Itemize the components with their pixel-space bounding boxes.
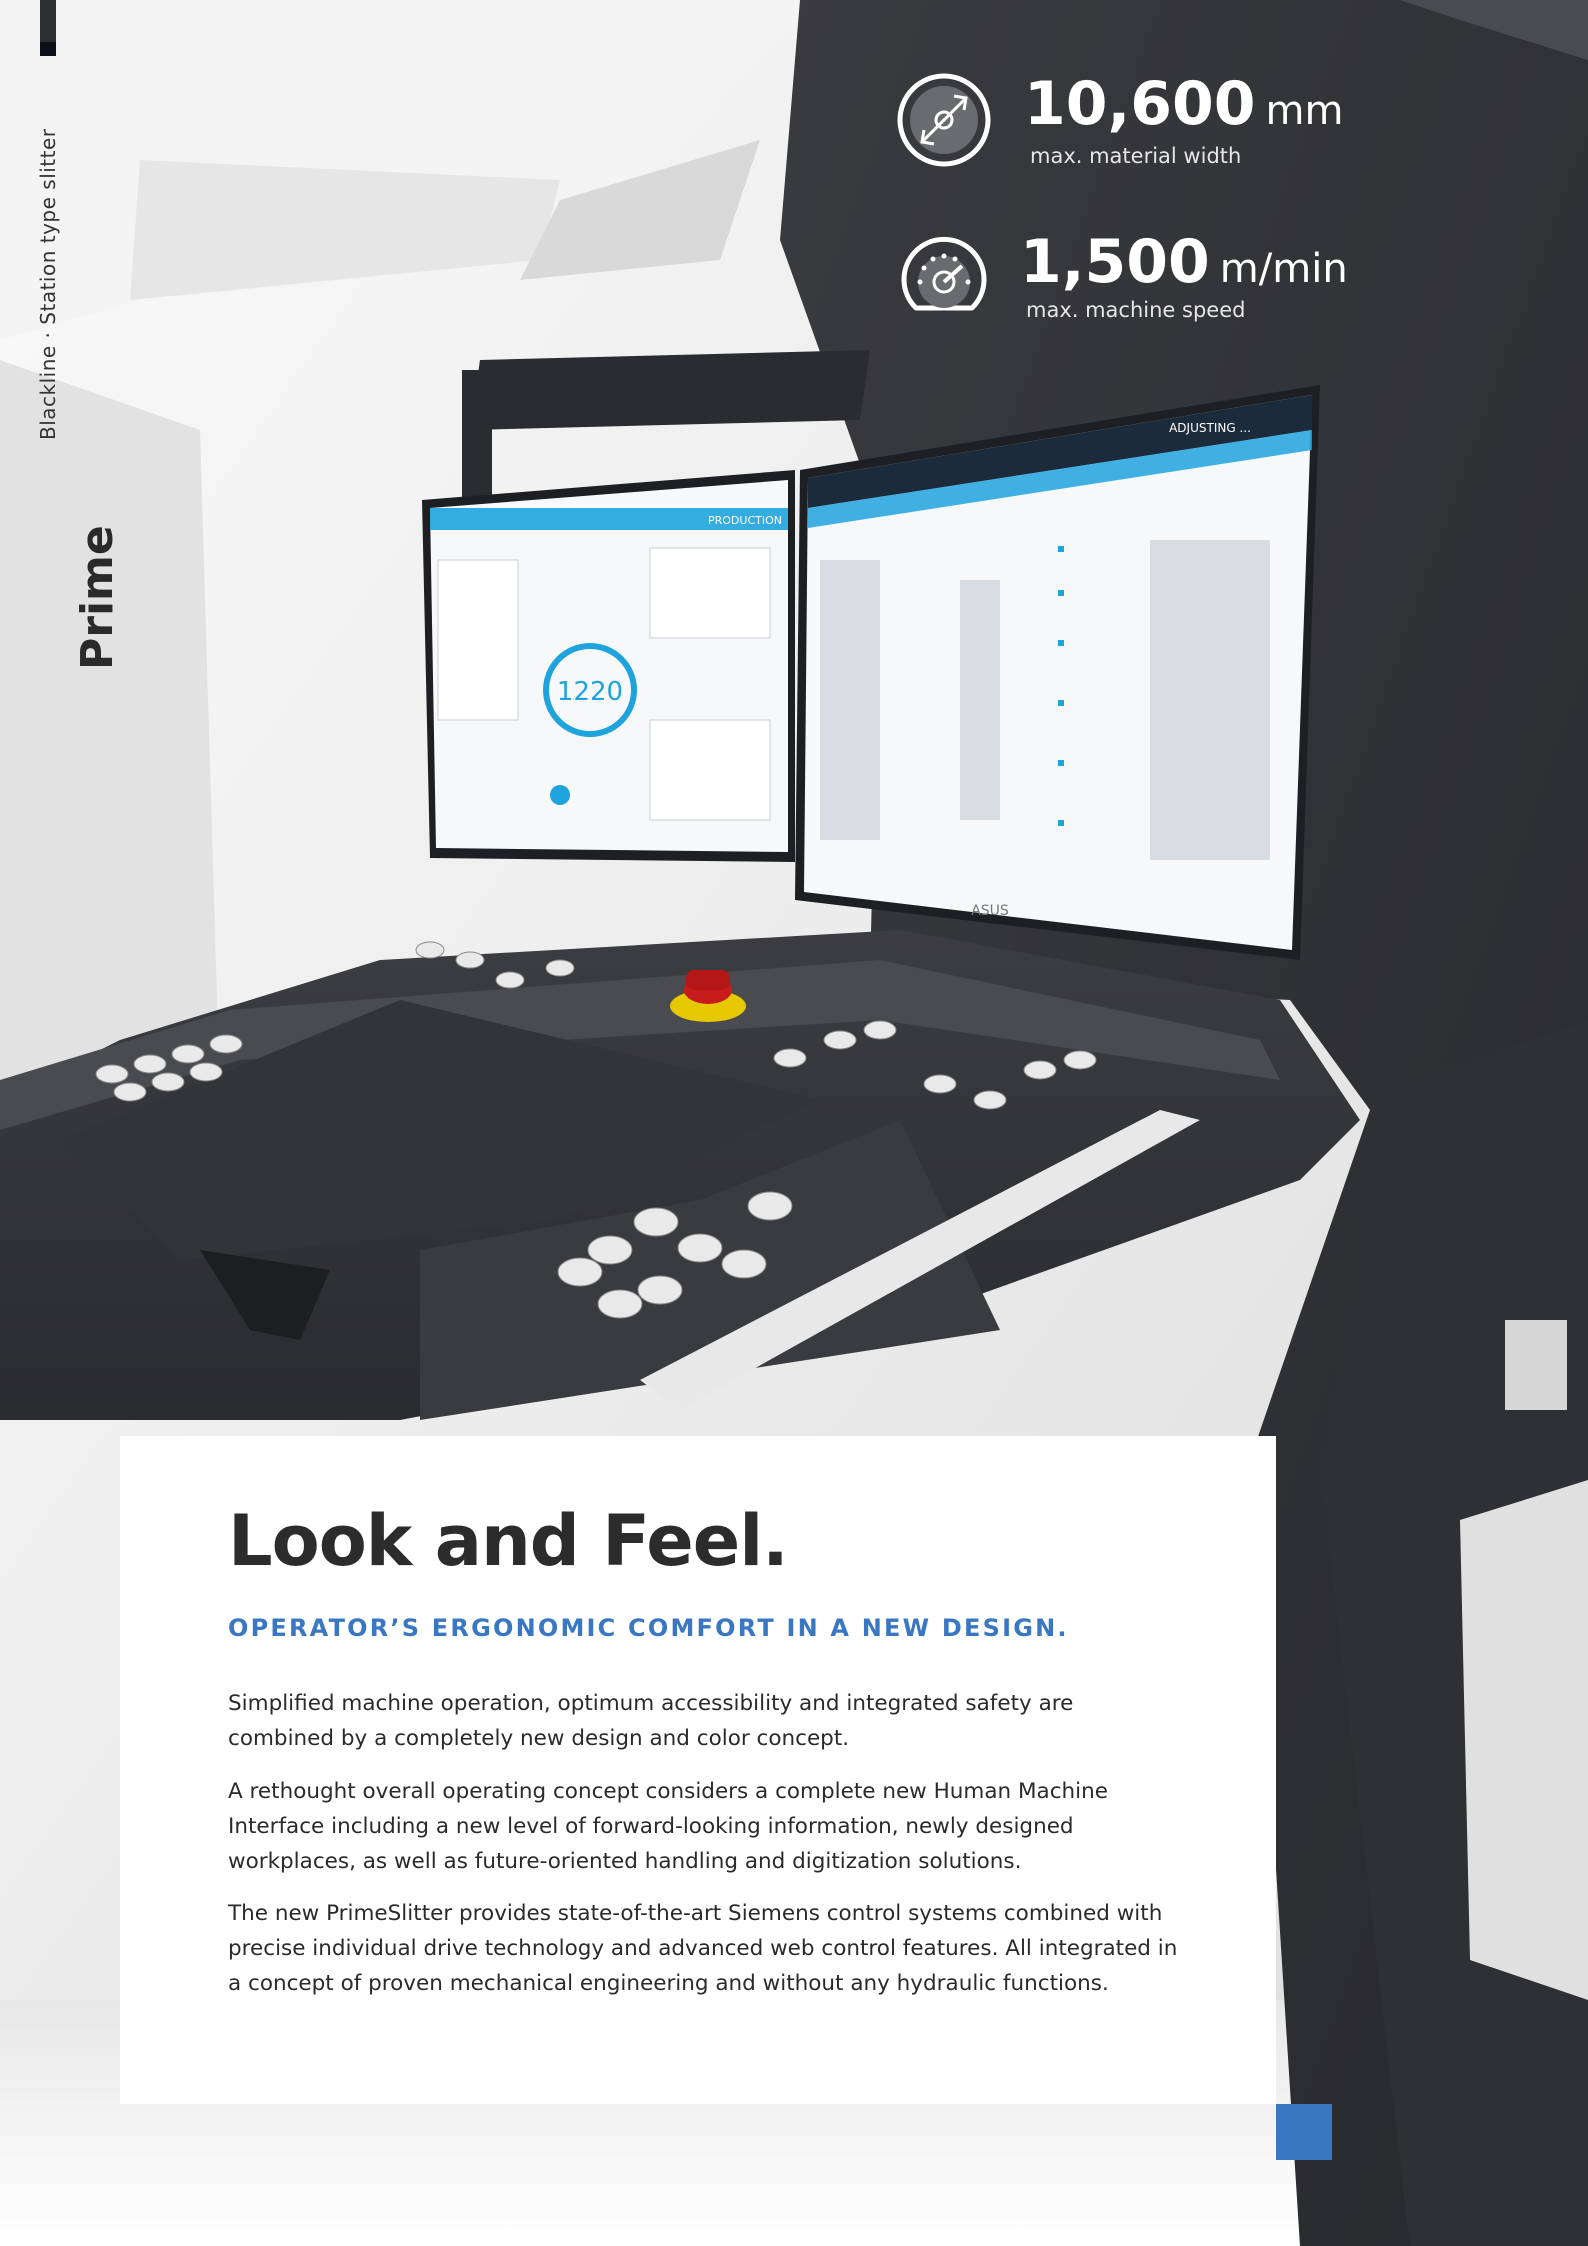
spec-unit: m/min <box>1219 246 1348 292</box>
accent-square <box>1276 2104 1332 2160</box>
screen-left-mode: PRODUCTION <box>708 514 782 527</box>
spec-machine-speed: 1,500 m/min max. machine speed <box>896 228 1356 338</box>
sidebar-marker-accent <box>40 42 56 56</box>
machine-brand-label: Prime <box>72 525 123 670</box>
sidebar-category: Blackline · Station type slitter <box>36 60 62 440</box>
screen-right-mode: ADJUSTING ... <box>1169 421 1251 435</box>
width-arrows-icon <box>897 73 991 167</box>
spec-material-width: 10,600 mm max. material width <box>896 72 1356 182</box>
article-subtitle: OPERATOR’S ERGONOMIC COMFORT IN A NEW DE… <box>228 1614 1069 1642</box>
article-title: Look and Feel. <box>228 1500 789 1582</box>
spec-unit: mm <box>1265 88 1344 134</box>
article-paragraph: Simplified machine operation, optimum ac… <box>228 1691 1074 1751</box>
spec-label: max. material width <box>1030 144 1242 168</box>
spec-label: max. machine speed <box>1026 298 1246 322</box>
spec-number: 10,600 <box>1024 69 1256 139</box>
article-panel: Look and Feel. OPERATOR’S ERGONOMIC COMF… <box>120 1436 1276 2104</box>
spec-value: 1,500 m/min <box>1020 232 1348 299</box>
sidebar-category-label: Blackline · Station type slitter <box>36 128 60 440</box>
spec-value: 10,600 mm <box>1024 74 1343 141</box>
spec-number: 1,500 <box>1020 227 1210 297</box>
article-paragraph: The new PrimeSlitter provides state-of-t… <box>228 1901 1178 1996</box>
article-paragraph: A rethought overall operating concept co… <box>228 1779 1108 1874</box>
screen-speed-value: 1220 <box>557 677 623 707</box>
monitor-brand: ASUS <box>971 903 1009 919</box>
speedometer-icon <box>901 236 987 311</box>
